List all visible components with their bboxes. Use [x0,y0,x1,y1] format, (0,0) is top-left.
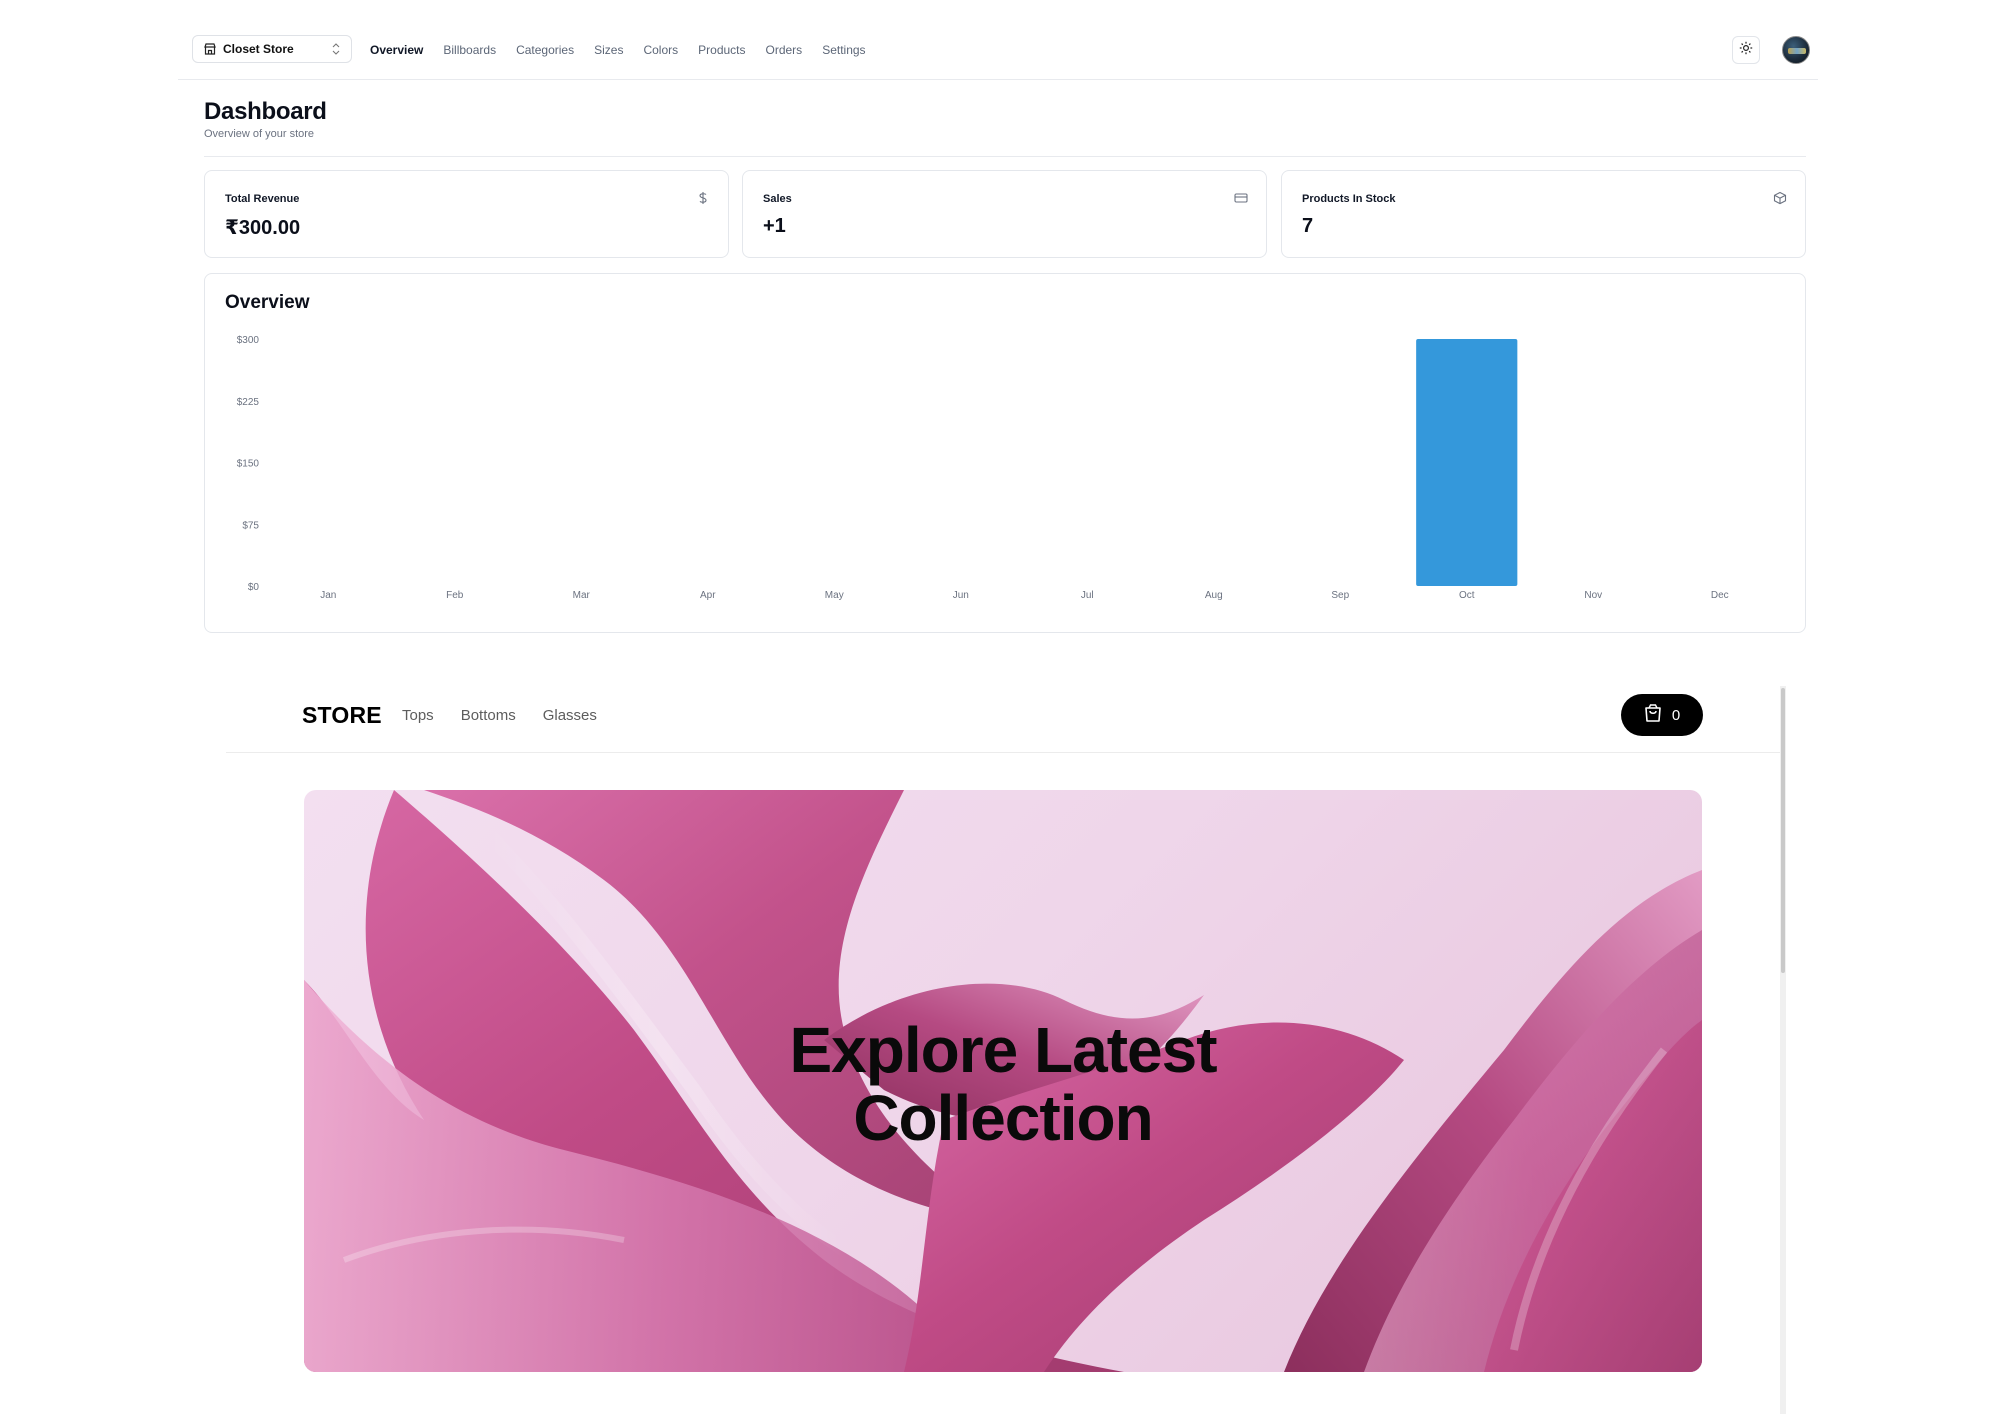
store-logo[interactable]: STORE [302,702,382,729]
y-tick-label: $150 [237,459,260,470]
store-link-tops[interactable]: Tops [402,707,434,724]
card-label: Products In Stock [1302,193,1396,205]
theme-toggle-button[interactable] [1732,36,1760,64]
billboard-line-2: Collection [853,1082,1153,1154]
nav-link-billboards[interactable]: Billboards [443,43,496,57]
x-tick-label: Aug [1205,590,1223,601]
page-title: Dashboard [204,98,327,125]
x-tick-label: Dec [1711,590,1729,601]
y-tick-label: $75 [242,520,259,531]
x-tick-label: Jan [320,590,336,601]
heading-separator [204,156,1806,157]
x-tick-label: Jul [1081,590,1094,601]
nav-link-colors[interactable]: Colors [643,43,678,57]
x-tick-label: Mar [573,590,591,601]
credit-card-icon [1234,191,1248,205]
dollar-icon [696,191,710,205]
store-navbar: STORE Tops Bottoms Glasses 0 [226,683,1780,753]
shopping-bag-icon [1644,703,1662,727]
total-revenue-card: Total Revenue ₹300.00 [204,170,729,258]
overview-chart-card: Overview $0 $75 $150 $225 $300 Jan Feb Mar Apr Ma… [204,273,1806,633]
overview-bar-chart: $0 $75 $150 $225 $300 Jan Feb Mar Apr May Jun Jul Au… [237,335,1729,601]
page-subtitle: Overview of your store [204,128,315,140]
card-label: Sales [763,193,792,205]
y-tick-label: $0 [248,582,260,593]
x-tick-label: Nov [1584,590,1602,601]
billboard-line-1: Explore Latest [789,1014,1217,1086]
y-tick-label: $300 [237,335,260,346]
store-category-links: Tops Bottoms Glasses [402,707,597,724]
nav-link-settings[interactable]: Settings [822,43,865,57]
chevrons-up-down-icon [331,42,341,56]
card-value: +1 [763,215,786,237]
cart-button[interactable]: 0 [1621,694,1703,736]
page-heading: Dashboard Overview of your store [204,98,327,140]
x-tick-label: Feb [446,590,464,601]
nav-link-products[interactable]: Products [698,43,745,57]
card-label: Total Revenue [225,193,300,205]
store-link-glasses[interactable]: Glasses [543,707,597,724]
store-switcher[interactable]: Closet Store [192,35,352,63]
y-tick-label: $225 [237,397,260,408]
x-tick-label: Sep [1331,590,1349,601]
nav-link-categories[interactable]: Categories [516,43,574,57]
user-avatar[interactable] [1782,36,1810,64]
x-tick-label: Oct [1459,590,1475,601]
bar-oct[interactable] [1416,339,1518,586]
cart-count: 0 [1671,706,1681,724]
sun-icon [1739,41,1753,60]
nav-link-orders[interactable]: Orders [766,43,803,57]
admin-nav-links: Overview Billboards Categories Sizes Col… [370,43,866,57]
billboard-headline: Explore Latest Collection [304,1016,1702,1152]
products-in-stock-card: Products In Stock 7 [1281,170,1806,258]
store-icon [203,42,217,56]
sales-card: Sales +1 [742,170,1267,258]
nav-link-overview[interactable]: Overview [370,43,423,57]
x-tick-label: May [825,590,844,601]
x-tick-label: Jun [953,590,969,601]
card-value: ₹300.00 [225,217,301,239]
store-switcher-label: Closet Store [223,42,294,56]
storefront-scrollbar-thumb[interactable] [1781,688,1785,973]
store-link-bottoms[interactable]: Bottoms [461,707,516,724]
billboard-banner: Explore Latest Collection [304,790,1702,1372]
card-value: 7 [1302,215,1314,237]
nav-link-sizes[interactable]: Sizes [594,43,623,57]
x-tick-label: Apr [700,590,716,601]
admin-navbar: Closet Store Overview Billboards Categor… [178,30,1818,80]
package-icon [1773,191,1787,205]
